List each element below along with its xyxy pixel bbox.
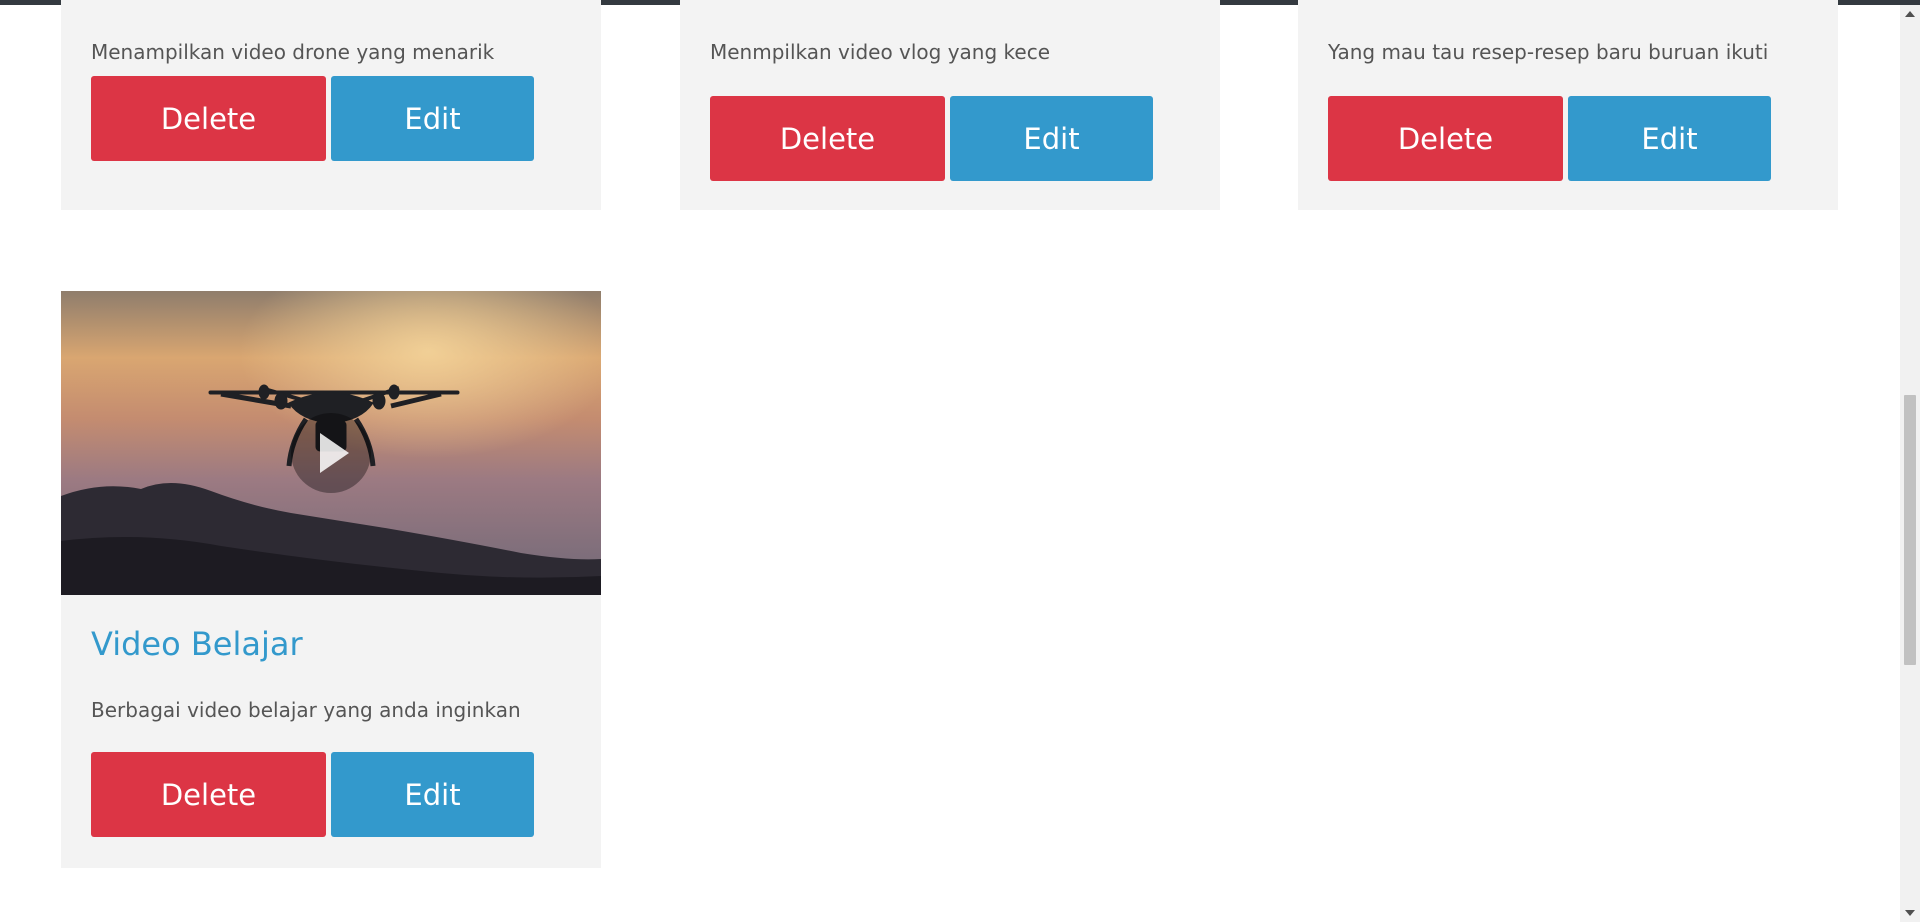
edit-button[interactable]: Edit — [331, 752, 534, 837]
video-card: Menampilkan video drone yang menarik Del… — [61, 0, 601, 210]
edit-button[interactable]: Edit — [1568, 96, 1771, 181]
scrollbar-thumb[interactable] — [1904, 395, 1916, 665]
delete-button[interactable]: Delete — [1328, 96, 1563, 181]
scroll-up-arrow-icon[interactable] — [1905, 11, 1915, 17]
delete-button[interactable]: Delete — [710, 96, 945, 181]
card-description: Yang mau tau resep-resep baru buruan iku… — [1328, 40, 1769, 64]
vertical-scrollbar[interactable] — [1900, 5, 1920, 922]
delete-button[interactable]: Delete — [91, 752, 326, 837]
video-thumbnail[interactable] — [61, 291, 601, 595]
video-card: Menmpilkan video vlog yang kece Delete E… — [680, 0, 1220, 210]
video-card: Yang mau tau resep-resep baru buruan iku… — [1298, 0, 1838, 210]
edit-button[interactable]: Edit — [950, 96, 1153, 181]
card-description: Menmpilkan video vlog yang kece — [710, 40, 1051, 64]
scroll-down-arrow-icon[interactable] — [1905, 910, 1915, 916]
play-icon[interactable] — [291, 413, 371, 493]
delete-button[interactable]: Delete — [91, 76, 326, 161]
video-card: Video Belajar Berbagai video belajar yan… — [61, 291, 601, 868]
card-description: Menampilkan video drone yang menarik — [91, 40, 495, 64]
card-title[interactable]: Video Belajar — [91, 625, 303, 663]
card-description: Berbagai video belajar yang anda inginka… — [91, 698, 521, 722]
edit-button[interactable]: Edit — [331, 76, 534, 161]
